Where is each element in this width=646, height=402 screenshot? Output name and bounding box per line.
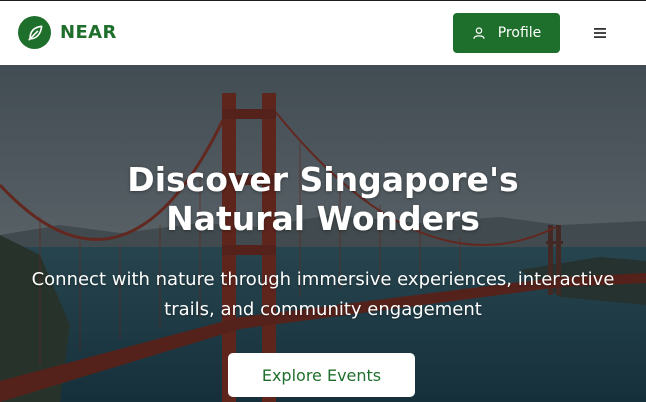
brand[interactable]: NEAR <box>18 16 117 49</box>
profile-button[interactable]: Profile <box>453 13 560 53</box>
user-icon <box>472 26 486 40</box>
top-navbar: NEAR Profile <box>0 1 646 65</box>
hero-subtitle-line-2: trails, and community engagement <box>164 299 482 320</box>
hero-title-line-2: Natural Wonders <box>166 199 480 238</box>
menu-button[interactable] <box>588 23 612 45</box>
hero-subtitle-line-1: Connect with nature through immersive ex… <box>31 269 615 290</box>
hamburger-menu-icon <box>593 27 607 42</box>
hero-section: Discover Singapore's Natural Wonders Con… <box>0 65 646 402</box>
hero-subtitle: Connect with nature through immersive ex… <box>23 265 623 325</box>
profile-label: Profile <box>497 25 542 41</box>
brand-name: NEAR <box>60 22 117 43</box>
explore-events-button[interactable]: Explore Events <box>228 353 415 397</box>
hero-title-line-1: Discover Singapore's <box>127 160 519 199</box>
leaf-icon <box>18 16 51 49</box>
hero-title: Discover Singapore's Natural Wonders <box>40 160 606 238</box>
